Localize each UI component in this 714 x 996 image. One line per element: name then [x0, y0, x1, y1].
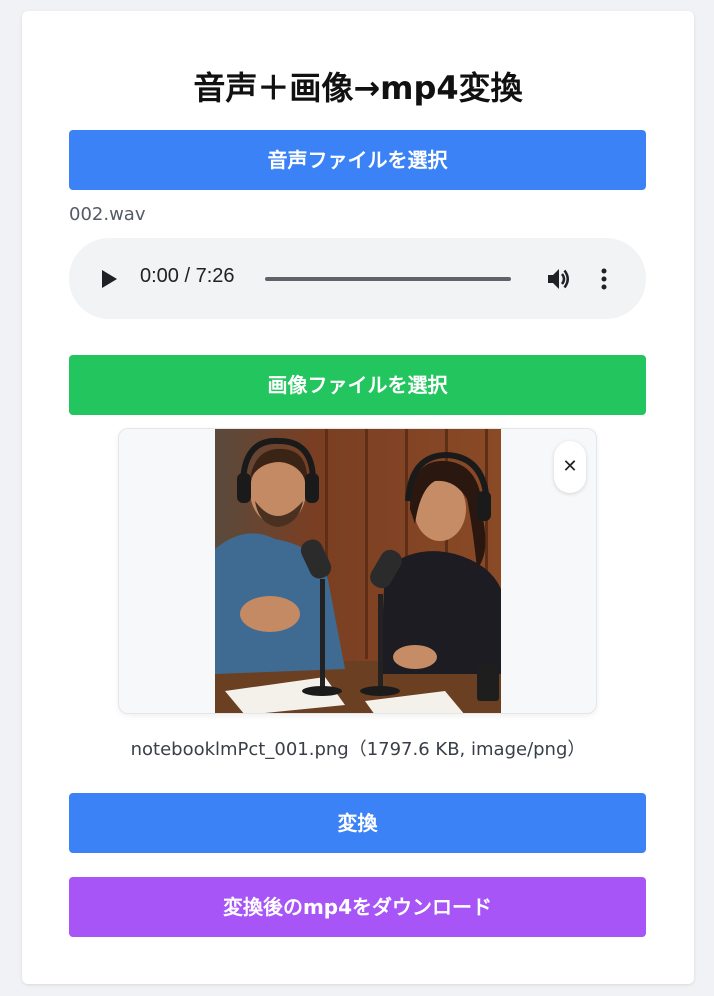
audio-time: 0:00 / 7:26 — [140, 265, 235, 287]
image-preview: ✕ — [118, 428, 597, 714]
audio-filename: 002.wav — [69, 204, 146, 225]
audio-player: 0:00 / 7:26 — [69, 238, 646, 319]
audio-seek-bar[interactable] — [265, 277, 511, 281]
remove-image-button[interactable]: ✕ — [554, 441, 586, 493]
page-title: 音声＋画像→mp4変換 — [193, 69, 523, 107]
podcast-photo — [215, 429, 501, 713]
play-icon[interactable] — [99, 268, 119, 290]
convert-button[interactable]: 変換 — [69, 793, 646, 853]
more-options-icon[interactable] — [596, 265, 612, 293]
select-audio-button[interactable]: 音声ファイルを選択 — [69, 130, 646, 190]
volume-icon[interactable] — [545, 265, 573, 293]
image-file-info: notebooklmPct_001.png（1797.6 KB, image/p… — [130, 739, 586, 760]
converter-card: 音声＋画像→mp4変換 音声ファイルを選択 002.wav 0:00 / 7:2… — [22, 11, 694, 984]
download-mp4-button[interactable]: 変換後のmp4をダウンロード — [69, 877, 646, 937]
select-image-button[interactable]: 画像ファイルを選択 — [69, 355, 646, 415]
